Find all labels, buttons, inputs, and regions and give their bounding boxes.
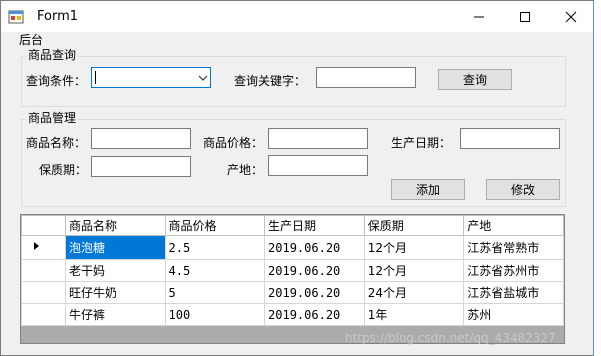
- app-form-icon: [8, 10, 24, 24]
- grid-corner-cell: [21, 215, 66, 236]
- production-date-input[interactable]: [460, 128, 560, 149]
- maximize-icon: [520, 11, 530, 22]
- product-price-label: 商品价格：: [203, 136, 264, 150]
- production-date-label: 生产日期：: [391, 136, 452, 150]
- grid-cell[interactable]: 旺仔牛奶: [65, 281, 166, 304]
- chevron-down-icon: [198, 75, 208, 81]
- grid-cell[interactable]: 苏州: [463, 303, 564, 326]
- close-button[interactable]: [548, 1, 594, 32]
- grid-cell[interactable]: 江苏省常熟市: [463, 235, 564, 260]
- product-name-label: 商品名称：: [26, 136, 87, 150]
- menu-item-backend[interactable]: 后台: [19, 33, 43, 48]
- keyword-label: 查询关键字：: [234, 74, 307, 88]
- grid-cell[interactable]: 12个月: [363, 259, 465, 282]
- keyword-input[interactable]: [316, 67, 416, 88]
- row-header-current[interactable]: [21, 235, 66, 260]
- row-header[interactable]: [21, 281, 66, 304]
- column-header-date[interactable]: 生产日期: [264, 215, 365, 236]
- close-icon: [565, 11, 577, 22]
- menu-bar: 后台: [1, 32, 593, 49]
- grid-cell[interactable]: 4.5: [164, 259, 266, 282]
- product-price-input[interactable]: [268, 128, 368, 149]
- grid-cell[interactable]: 1年: [363, 303, 465, 326]
- grid-cell[interactable]: 老干妈: [65, 259, 166, 282]
- grid-cell[interactable]: 2019.06.20: [264, 303, 365, 326]
- grid-cell[interactable]: 泡泡糖: [65, 235, 166, 260]
- origin-input[interactable]: [268, 155, 368, 176]
- watermark-text: https://blog.csdn.net/qq_43482327: [345, 331, 556, 345]
- shelf-life-input[interactable]: [91, 156, 191, 177]
- table-row[interactable]: 牛仔裤 100 2019.06.20 1年 苏州: [21, 303, 564, 326]
- shelf-life-label: 保质期：: [39, 163, 88, 177]
- column-header-name[interactable]: 商品名称: [65, 215, 166, 236]
- query-group-title: 商品查询: [26, 48, 79, 62]
- current-row-arrow-icon: [34, 242, 39, 250]
- grid-cell[interactable]: 2.5: [164, 235, 266, 260]
- grid-cell[interactable]: 江苏省盐城市: [463, 281, 564, 304]
- query-button[interactable]: 查询: [438, 69, 512, 90]
- grid-cell[interactable]: 100: [164, 303, 266, 326]
- minimize-button[interactable]: [456, 1, 502, 32]
- table-row[interactable]: 泡泡糖 2.5 2019.06.20 12个月 江苏省常熟市: [21, 235, 564, 260]
- row-header[interactable]: [21, 259, 66, 282]
- condition-combobox[interactable]: [91, 67, 211, 88]
- text-caret: [95, 71, 96, 84]
- form-window: Form1 后台 商品查询 查询条件： 查询关键字： 查询 商品管理 商品名称：…: [0, 0, 594, 356]
- grid-cell[interactable]: 2019.06.20: [264, 281, 365, 304]
- row-header[interactable]: [21, 303, 66, 326]
- grid-table: 商品名称 商品价格 生产日期 保质期 产地 泡泡糖 2.5 2019.06.20…: [21, 215, 564, 326]
- grid-cell[interactable]: 2019.06.20: [264, 235, 365, 260]
- column-header-origin[interactable]: 产地: [463, 215, 564, 236]
- maximize-button[interactable]: [502, 1, 548, 32]
- grid-header-row: 商品名称 商品价格 生产日期 保质期 产地: [21, 215, 564, 236]
- column-header-shelf-life[interactable]: 保质期: [363, 215, 465, 236]
- minimize-icon: [474, 16, 484, 17]
- grid-cell[interactable]: 12个月: [363, 235, 465, 260]
- table-row[interactable]: 旺仔牛奶 5 2019.06.20 24个月 江苏省盐城市: [21, 281, 564, 304]
- grid-cell[interactable]: 5: [164, 281, 266, 304]
- product-name-input[interactable]: [91, 128, 191, 149]
- background-desktop: [594, 0, 601, 356]
- grid-cell[interactable]: 2019.06.20: [264, 259, 365, 282]
- grid-cell[interactable]: 24个月: [363, 281, 465, 304]
- condition-label: 查询条件：: [26, 74, 87, 88]
- table-row[interactable]: 老干妈 4.5 2019.06.20 12个月 江苏省苏州市: [21, 259, 564, 282]
- title-bar[interactable]: Form1: [1, 1, 593, 32]
- column-header-price[interactable]: 商品价格: [164, 215, 266, 236]
- edit-button[interactable]: 修改: [486, 179, 560, 200]
- grid-cell[interactable]: 牛仔裤: [65, 303, 166, 326]
- grid-cell[interactable]: 江苏省苏州市: [463, 259, 564, 282]
- origin-label: 产地：: [227, 163, 264, 177]
- manage-group-title: 商品管理: [26, 111, 79, 125]
- add-button[interactable]: 添加: [391, 179, 465, 200]
- window-title: Form1: [37, 9, 79, 24]
- product-datagrid[interactable]: 商品名称 商品价格 生产日期 保质期 产地 泡泡糖 2.5 2019.06.20…: [20, 214, 565, 344]
